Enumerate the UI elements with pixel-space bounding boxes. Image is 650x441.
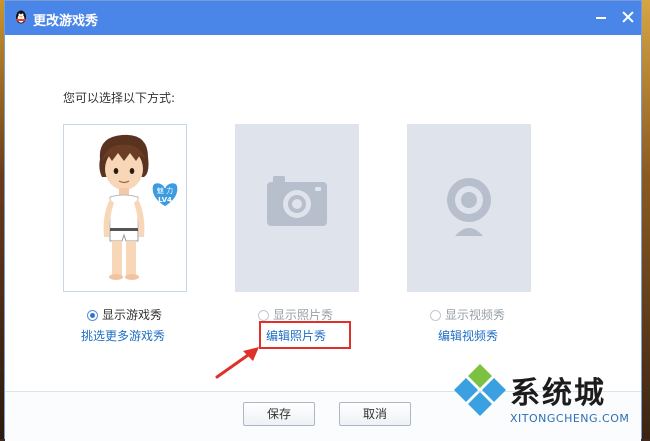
link-edit-video-show[interactable]: 编辑视频秀 — [438, 327, 498, 344]
camera-icon — [267, 176, 327, 226]
radio-button[interactable] — [87, 310, 98, 321]
minimize-button[interactable] — [590, 7, 612, 27]
photo-show-preview[interactable] — [235, 124, 359, 292]
watermark-title: 系统城 — [510, 376, 606, 411]
annotation-arrow-icon — [215, 347, 259, 379]
radio-label: 显示照片秀 — [273, 308, 334, 322]
qq-penguin-icon — [16, 10, 26, 24]
radio-video-show[interactable]: 显示视频秀 — [430, 306, 505, 323]
charm-badge-label: 魅 力 — [157, 186, 173, 195]
cancel-button[interactable]: 取消 — [339, 402, 411, 426]
annotation-highlight-box — [259, 321, 351, 349]
game-show-preview[interactable]: 魅 力 LV4 — [63, 124, 187, 292]
link-more-game-shows[interactable]: 挑选更多游戏秀 — [81, 327, 165, 344]
title-bar[interactable]: 更改游戏秀 — [5, 1, 641, 35]
radio-button[interactable] — [430, 310, 441, 321]
window-title: 更改游戏秀 — [33, 14, 99, 29]
radio-game-show[interactable]: 显示游戏秀 — [87, 306, 162, 323]
watermark: 系统城 XITONGCHENG.COM — [452, 362, 642, 439]
save-button[interactable]: 保存 — [243, 402, 315, 426]
watermark-url: XITONGCHENG.COM — [510, 412, 630, 425]
close-button[interactable] — [617, 7, 639, 27]
avatar-character: 魅 力 LV4 — [99, 134, 179, 280]
charm-badge-level: LV4 — [158, 196, 172, 204]
video-show-preview[interactable] — [407, 124, 531, 292]
webcam-icon — [447, 178, 491, 236]
radio-label: 显示视频秀 — [445, 308, 506, 322]
radio-label: 显示游戏秀 — [102, 308, 163, 322]
radio-button[interactable] — [258, 310, 269, 321]
prompt-text: 您可以选择以下方式: — [63, 91, 176, 105]
watermark-logo-icon — [454, 364, 506, 416]
